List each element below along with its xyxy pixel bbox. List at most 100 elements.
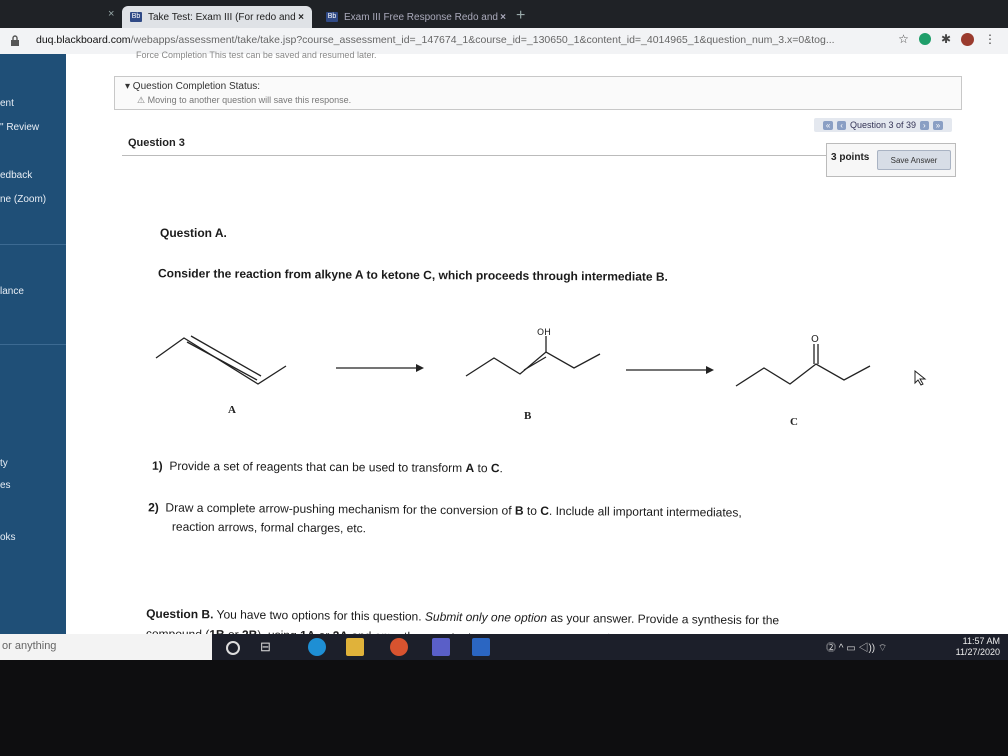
blackboard-icon: Bb xyxy=(326,12,338,22)
reaction-arrow xyxy=(336,364,424,372)
save-answer-button[interactable]: Save Answer xyxy=(877,150,951,170)
question-text-italic: Submit only one option xyxy=(424,609,548,625)
course-sidebar: ent " Review edback ne (Zoom) lance ty e… xyxy=(0,54,66,634)
tab-title: Exam III Free Response Redo and xyxy=(344,11,498,23)
lock-icon xyxy=(11,35,19,46)
reaction-arrow xyxy=(626,366,714,374)
screen: duq.blackboard.com/webapps/assessment/ta… xyxy=(0,28,1008,660)
test-content: Force Completion This test can be saved … xyxy=(66,50,1008,647)
intro-c: C xyxy=(423,268,432,283)
question-text: . Include all important intermediates, xyxy=(548,503,742,520)
system-tray-icons[interactable]: ⓶ ^ ▭ ◁)) ⌔ xyxy=(826,639,887,655)
question-navigator: « ‹ Question 3 of 39 › » xyxy=(814,118,952,132)
sidebar-item-balance[interactable]: lance xyxy=(0,286,24,297)
label-a: A xyxy=(228,404,236,416)
question-text-bold: B xyxy=(514,503,524,518)
url-path: /webapps/assessment/take/take.jsp?course… xyxy=(130,34,835,46)
question-counter: Question 3 of 39 xyxy=(849,120,917,130)
question-text: You have two options for this question. xyxy=(213,607,426,624)
word-icon[interactable] xyxy=(472,638,490,656)
question-text-bold: C xyxy=(540,503,550,518)
task-view-icon[interactable]: ⊟ xyxy=(260,639,278,657)
next-question-button[interactable]: › xyxy=(920,120,929,130)
question-number: 2) xyxy=(148,500,159,515)
new-tab-button[interactable]: + xyxy=(516,7,525,25)
question-1: 1) Provide a set of reagents that can be… xyxy=(152,459,503,475)
tab-take-test[interactable]: Bb Take Test: Exam III (For redo and × xyxy=(122,6,312,28)
puzzle-icon[interactable]: ✱ xyxy=(941,32,951,46)
tab-close-icon[interactable]: × xyxy=(298,12,304,23)
mouse-cursor-icon xyxy=(914,370,927,386)
address-bar-icons: ☆ ✱ ⋮ xyxy=(898,32,996,46)
previous-question-button[interactable]: ‹ xyxy=(837,120,846,130)
completion-status-box: ▾ Question Completion Status: ⚠ Moving t… xyxy=(114,76,962,110)
question-text: Draw a complete arrow-pushing mechanism … xyxy=(165,500,515,518)
completion-status-toggle[interactable]: ▾ Question Completion Status: xyxy=(125,81,260,92)
chrome-icon[interactable] xyxy=(390,638,408,656)
sidebar-divider xyxy=(0,344,66,345)
question-text-bold: C xyxy=(490,461,500,476)
question-text: reaction arrows, formal charges, etc. xyxy=(171,519,367,536)
points-box: 3 points Save Answer xyxy=(826,143,956,177)
question-text: to xyxy=(474,461,491,476)
sidebar-item-review[interactable]: " Review xyxy=(0,122,39,133)
tab-title: Take Test: Exam III (For redo and xyxy=(148,11,296,23)
question-text: as your answer. Provide a synthesis for … xyxy=(546,610,780,628)
url-text[interactable]: duq.blackboard.com/webapps/assessment/ta… xyxy=(36,34,835,46)
o-label: O xyxy=(811,334,819,345)
question-text-bold: A xyxy=(465,460,475,476)
teams-icon[interactable] xyxy=(432,638,450,656)
sidebar-item-zoom[interactable]: ne (Zoom) xyxy=(0,194,46,205)
intro-text: , which proceeds through intermediate xyxy=(431,268,656,284)
sidebar-item-content[interactable]: ent xyxy=(0,98,14,109)
alkyne-a-structure xyxy=(155,335,287,385)
taskbar-search-input[interactable]: or anything xyxy=(0,634,212,660)
more-menu-icon[interactable]: ⋮ xyxy=(984,32,996,46)
browser-tab-strip: × Bb Take Test: Exam III (For redo and ×… xyxy=(0,0,1008,28)
close-icon[interactable]: × xyxy=(108,8,114,20)
oh-label: OH xyxy=(537,328,551,338)
sidebar-item-books[interactable]: oks xyxy=(0,532,16,543)
question-header: Question 3 xyxy=(122,131,828,156)
tab-exam-free-response[interactable]: Bb Exam III Free Response Redo and × xyxy=(318,6,514,28)
enol-b-structure xyxy=(465,336,601,377)
sidebar-item-es[interactable]: es xyxy=(0,480,11,491)
cortana-icon[interactable] xyxy=(226,641,240,655)
intro-text: . xyxy=(664,269,668,284)
sidebar-item-ty[interactable]: ty xyxy=(0,458,8,469)
search-text: or anything xyxy=(2,640,57,652)
save-warning: ⚠ Moving to another question will save t… xyxy=(137,95,352,105)
intro-text: to ketone xyxy=(363,267,424,283)
question-number: 1) xyxy=(151,458,163,473)
last-question-button[interactable]: » xyxy=(932,120,944,130)
extension-icon[interactable] xyxy=(918,33,931,45)
windows-taskbar: or anything ⊟ ⓶ ^ ▭ ◁)) ⌔ 11:57 AM 11/27… xyxy=(0,634,1008,660)
question-text: Provide a set of reagents that can be us… xyxy=(169,458,466,475)
tab-close-icon[interactable]: × xyxy=(500,12,506,23)
question-a-intro: Consider the reaction from alkyne A to k… xyxy=(158,266,668,284)
label-b: B xyxy=(524,410,532,422)
question-2: 2) Draw a complete arrow-pushing mechani… xyxy=(148,498,742,541)
sidebar-divider xyxy=(0,244,66,245)
url-host: duq.blackboard.com xyxy=(36,34,131,46)
clock-time: 11:57 AM xyxy=(962,636,1000,646)
question-a-title: Question A. xyxy=(160,226,227,240)
monitor-bezel xyxy=(0,660,1008,756)
points-value: 3 points xyxy=(831,152,870,163)
question-b-title: Question B. xyxy=(146,606,214,622)
ketone-c-structure xyxy=(735,344,871,387)
intro-text: Consider the reaction from alkyne xyxy=(157,266,356,282)
star-icon[interactable]: ☆ xyxy=(898,32,909,46)
question-text: to xyxy=(523,503,541,518)
blackboard-icon: Bb xyxy=(130,12,142,22)
intro-b: B xyxy=(655,269,665,284)
avatar[interactable] xyxy=(961,32,974,46)
clock[interactable]: 11:57 AM 11/27/2020 xyxy=(956,636,1000,658)
file-explorer-icon[interactable] xyxy=(346,638,364,656)
edge-icon[interactable] xyxy=(308,638,326,656)
clock-date: 11/27/2020 xyxy=(955,647,1000,657)
sidebar-item-feedback[interactable]: edback xyxy=(0,170,32,181)
question-label: Question 3 xyxy=(128,137,185,149)
force-completion-text: Force Completion This test can be saved … xyxy=(136,50,377,60)
first-question-button[interactable]: « xyxy=(822,120,834,130)
